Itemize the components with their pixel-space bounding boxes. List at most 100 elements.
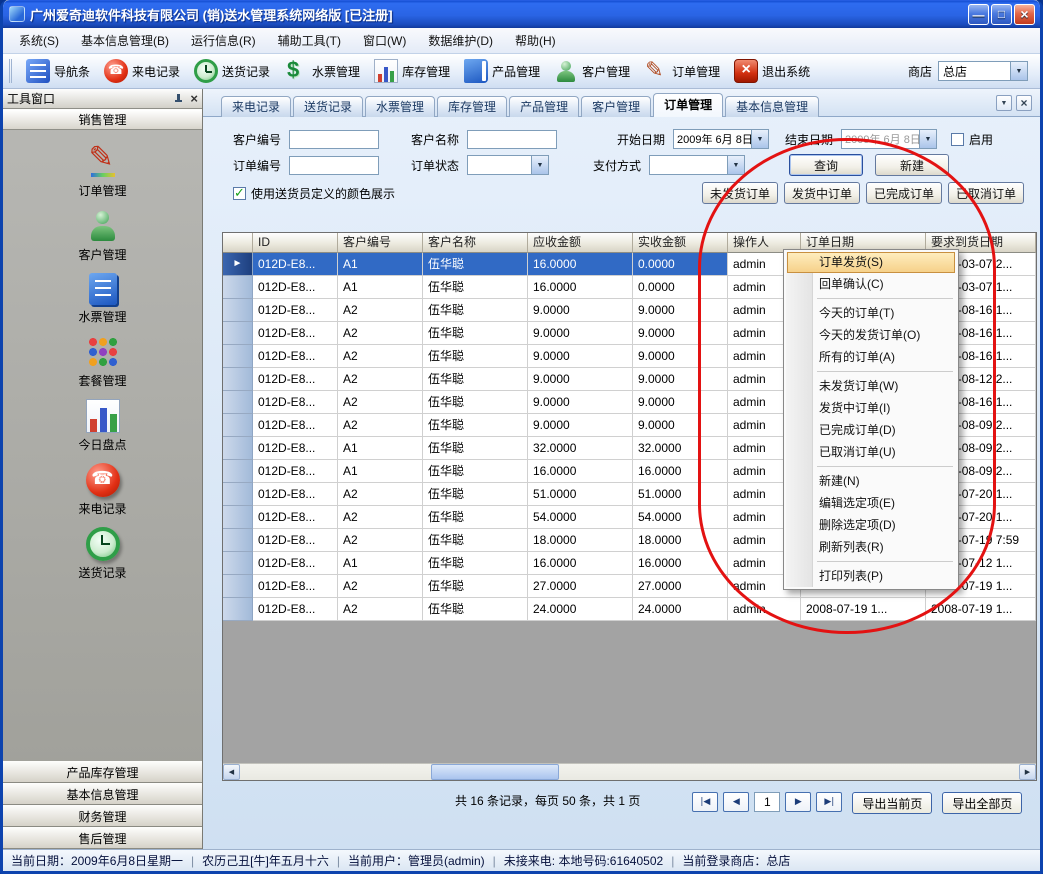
pay-method-combobox[interactable] (649, 155, 745, 175)
page-number-input[interactable] (754, 792, 780, 812)
toolbar-button[interactable]: 来电记录 (97, 57, 187, 85)
tab-5[interactable]: 产品管理 (509, 96, 579, 117)
context-menu-item[interactable]: 编辑选定项(E) (785, 492, 957, 514)
toolbar-button[interactable]: 库存管理 (367, 57, 457, 85)
end-date-picker[interactable]: 2009年 6月 8日 (841, 129, 937, 149)
menubar-item[interactable]: 辅助工具(T) (268, 28, 351, 53)
sidebar-group-bar[interactable]: 售后管理 (3, 827, 202, 849)
order-status-filter-button[interactable]: 已完成订单 (866, 182, 942, 204)
toolbar-grip[interactable] (9, 59, 14, 83)
new-button[interactable]: 新建 (875, 154, 949, 176)
menubar-item[interactable]: 数据维护(D) (418, 28, 503, 53)
query-button[interactable]: 查询 (789, 154, 863, 176)
last-page-button[interactable]: ▶| (816, 792, 842, 812)
delivery-color-checkbox[interactable] (233, 187, 246, 200)
export-all-pages-button[interactable]: 导出全部页 (942, 792, 1022, 814)
context-menu-item[interactable]: 已完成订单(D) (785, 419, 957, 441)
sidebar-group-header[interactable]: 销售管理 (3, 109, 202, 130)
maximize-button[interactable]: □ (991, 4, 1012, 25)
context-menu-item[interactable]: 今天的发货订单(O) (785, 324, 957, 346)
scroll-left-icon[interactable] (223, 764, 240, 780)
tab-close-icon[interactable] (1016, 95, 1032, 111)
menubar-item[interactable]: 帮助(H) (505, 28, 566, 53)
toolbar-button[interactable]: 产品管理 (457, 57, 547, 85)
sidebar-item[interactable]: 今日盘点 (3, 399, 202, 453)
customer-no-input[interactable] (289, 130, 379, 149)
tab-6[interactable]: 客户管理 (581, 96, 651, 117)
sidebar-item[interactable]: 来电记录 (3, 463, 202, 517)
table-cell: A1 (338, 276, 423, 299)
toolbar-button[interactable]: 订单管理 (637, 57, 727, 85)
tab-8[interactable]: 基本信息管理 (725, 96, 819, 117)
table-row[interactable]: 012D-E8...A2伍华聪24.000024.0000admin2008-0… (223, 598, 1036, 621)
order-status-filter-button[interactable]: 已取消订单 (948, 182, 1024, 204)
menubar-item[interactable]: 运行信息(R) (181, 28, 266, 53)
toolbar-button[interactable]: 送货记录 (187, 57, 277, 85)
scrollbar-thumb[interactable] (431, 764, 559, 780)
sidebar-item[interactable]: 水票管理 (3, 273, 202, 325)
sidebar-item[interactable]: 套餐管理 (3, 335, 202, 389)
export-current-page-button[interactable]: 导出当前页 (852, 792, 932, 814)
order-status-combobox[interactable] (467, 155, 549, 175)
tab-7[interactable]: 订单管理 (653, 93, 723, 117)
enable-checkbox[interactable] (951, 133, 964, 146)
sidebar-group-bar[interactable]: 基本信息管理 (3, 783, 202, 805)
context-menu-item[interactable]: 新建(N) (785, 470, 957, 492)
menubar-item[interactable]: 基本信息管理(B) (71, 28, 179, 53)
table-header-cell[interactable]: 实收金额 (633, 233, 728, 253)
context-menu-item[interactable]: 回单确认(C) (785, 273, 957, 295)
sidebar-item[interactable]: 送货记录 (3, 527, 202, 581)
sidebar-group-bar[interactable]: 财务管理 (3, 805, 202, 827)
table-header-cell[interactable]: 应收金额 (528, 233, 633, 253)
sidebar-item[interactable]: 客户管理 (3, 209, 202, 263)
chevron-down-icon[interactable] (727, 156, 744, 174)
start-date-picker[interactable]: 2009年 6月 8日 (673, 129, 769, 149)
order-no-input[interactable] (289, 156, 379, 175)
context-menu-item[interactable]: 刷新列表(R) (785, 536, 957, 558)
menubar-item[interactable]: 系统(S) (9, 28, 69, 53)
scroll-right-icon[interactable] (1019, 764, 1036, 780)
toolbar-button[interactable]: 导航条 (19, 57, 97, 85)
tab-2[interactable]: 送货记录 (293, 96, 363, 117)
context-menu-item[interactable]: 删除选定项(D) (785, 514, 957, 536)
order-status-filter-button[interactable]: 未发货订单 (702, 182, 778, 204)
scrollbar-track[interactable] (240, 764, 1019, 780)
close-button[interactable]: × (1014, 4, 1035, 25)
order-status-filter-button[interactable]: 发货中订单 (784, 182, 860, 204)
context-menu-item[interactable]: 订单发货(S) (787, 252, 955, 273)
toolbar-button[interactable]: 客户管理 (547, 57, 637, 85)
sidebar-close-icon[interactable] (190, 91, 198, 106)
chevron-down-icon[interactable] (531, 156, 548, 174)
tab-1[interactable]: 来电记录 (221, 96, 291, 117)
chevron-down-icon[interactable] (751, 130, 768, 148)
tab-list-chevron-down-icon[interactable] (996, 95, 1012, 111)
minimize-button[interactable]: — (968, 4, 989, 25)
context-menu-item[interactable]: 所有的订单(A) (785, 346, 957, 368)
tab-4[interactable]: 库存管理 (437, 96, 507, 117)
prev-page-button[interactable]: ◀ (723, 792, 749, 812)
toolbar-button[interactable]: 退出系统 (727, 57, 817, 85)
customer-name-input[interactable] (467, 130, 557, 149)
context-menu-item[interactable]: 今天的订单(T) (785, 302, 957, 324)
tab-3[interactable]: 水票管理 (365, 96, 435, 117)
horizontal-scrollbar[interactable] (223, 763, 1036, 780)
table-header-cell[interactable]: 客户名称 (423, 233, 528, 253)
store-combobox[interactable]: 总店 (938, 61, 1028, 81)
table-header-cell[interactable]: 客户编号 (338, 233, 423, 253)
sidebar-group-bar[interactable]: 产品库存管理 (3, 761, 202, 783)
context-menu-item[interactable]: 已取消订单(U) (785, 441, 957, 463)
next-page-button[interactable]: ▶ (785, 792, 811, 812)
context-menu-item[interactable]: 发货中订单(I) (785, 397, 957, 419)
pin-icon[interactable] (172, 93, 184, 105)
chevron-down-icon[interactable] (1010, 62, 1027, 80)
context-menu-item[interactable]: 打印列表(P) (785, 565, 957, 587)
status-separator: | (671, 854, 674, 868)
first-page-button[interactable]: |◀ (692, 792, 718, 812)
sidebar-item[interactable]: 订单管理 (3, 145, 202, 199)
row-indicator (223, 552, 253, 575)
menubar-item[interactable]: 窗口(W) (353, 28, 416, 53)
chevron-down-icon[interactable] (919, 130, 936, 148)
toolbar-button[interactable]: 水票管理 (277, 57, 367, 85)
context-menu-item[interactable]: 未发货订单(W) (785, 375, 957, 397)
table-header-cell[interactable]: ID (253, 233, 338, 253)
